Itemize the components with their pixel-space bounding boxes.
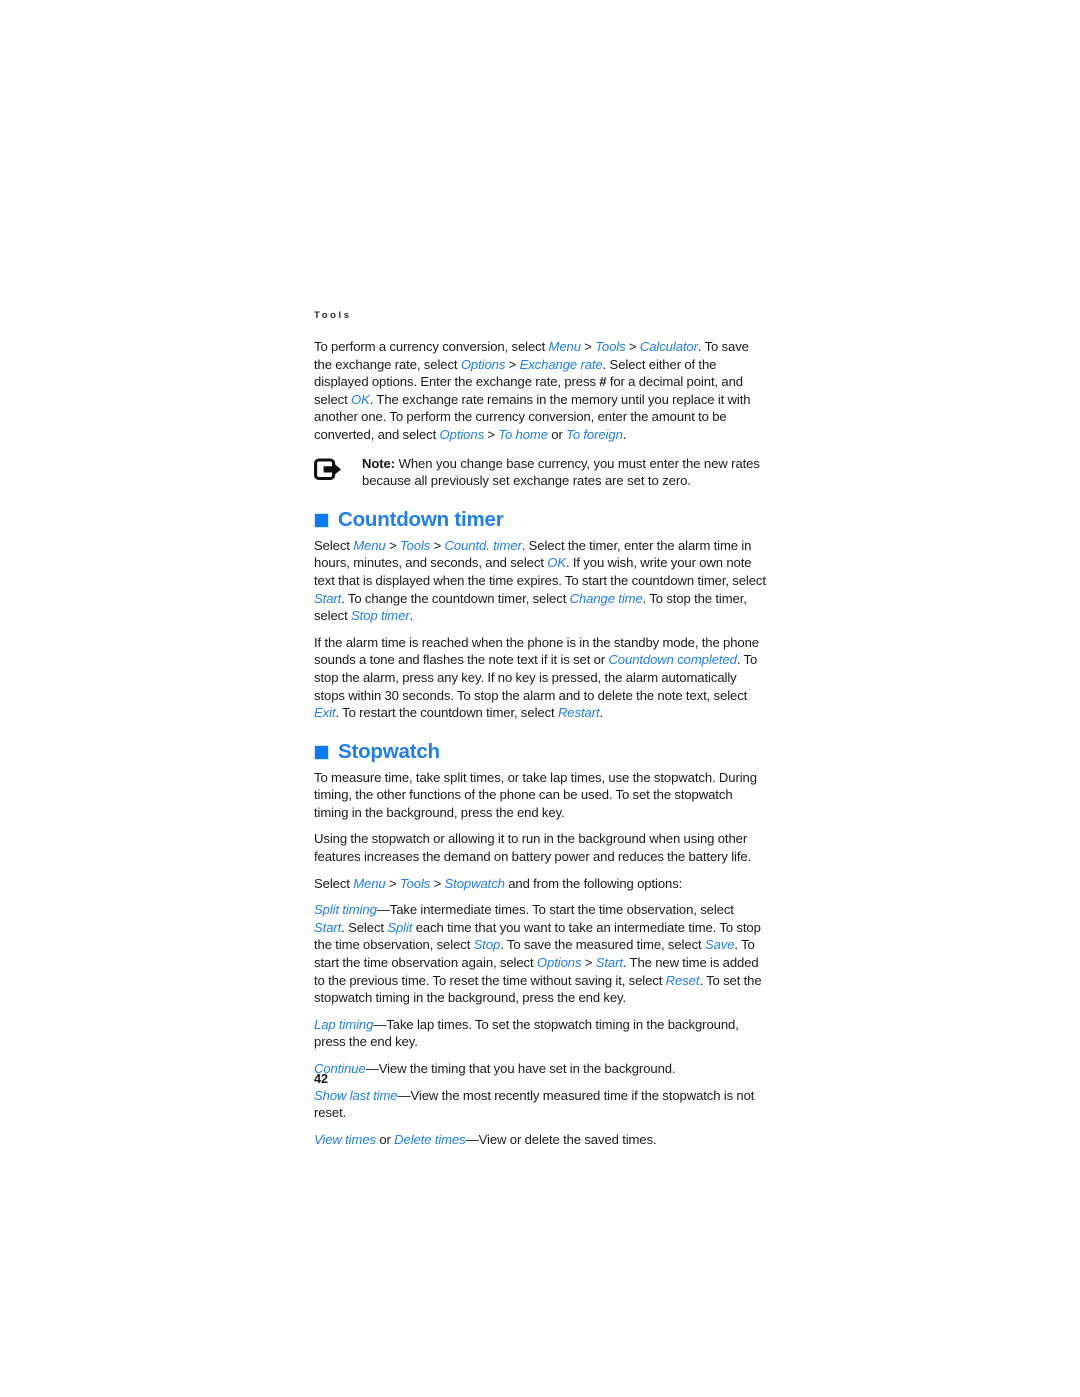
text-run: . To restart the countdown timer, select: [335, 705, 558, 721]
option-view-delete-times: View times or Delete times—View or delet…: [314, 1131, 766, 1149]
ui-term-stop-timer: Stop timer: [351, 608, 410, 624]
ui-term-delete-times: Delete times: [394, 1131, 466, 1147]
ui-term-save: Save: [704, 937, 735, 953]
ui-term-to-home: To home: [498, 426, 548, 442]
note-block: Note: When you change base currency, you…: [314, 455, 766, 490]
ui-term-options-2: Options: [439, 426, 485, 442]
separator: >: [625, 339, 640, 354]
text-run: or: [375, 1131, 395, 1147]
ui-term-tools: Tools: [399, 875, 431, 891]
text-run: . Select: [341, 919, 388, 935]
text-run: Select: [314, 537, 354, 553]
text-run: . To change the countdown timer, select: [341, 590, 570, 606]
heading-stopwatch: Stopwatch: [314, 740, 766, 764]
text-run: . To save the measured time, select: [500, 937, 705, 953]
ui-term-ok: OK: [351, 391, 370, 407]
ui-term-options: Options: [460, 356, 506, 372]
option-lap-timing: Lap timing—Take lap times. To set the st…: [314, 1016, 766, 1051]
note-arrow-icon: [314, 458, 344, 484]
ui-term-to-foreign: To foreign: [566, 426, 623, 442]
ui-term-menu: Menu: [548, 339, 581, 354]
paragraph-stopwatch-battery: Using the stopwatch or allowing it to ru…: [314, 831, 752, 865]
ui-term-stop: Stop: [473, 937, 501, 953]
text-run: When you change base currency, you must …: [362, 455, 760, 489]
text-run: To perform a currency conversion, select: [314, 339, 549, 354]
ui-term-menu: Menu: [353, 875, 386, 891]
text-run: .: [599, 705, 604, 721]
text-run: .: [409, 608, 414, 624]
ui-term-stopwatch: Stopwatch: [444, 875, 505, 891]
paragraph-currency-conversion: To perform a currency conversion, select…: [314, 338, 766, 444]
text-run: .: [622, 426, 627, 442]
text-run: Select: [314, 875, 354, 891]
square-bullet-icon: [314, 513, 329, 529]
ui-term-start: Start: [314, 590, 342, 606]
ui-term-tools: Tools: [595, 339, 626, 354]
ui-term-exchange-rate: Exchange rate: [519, 356, 603, 372]
ui-term-menu: Menu: [353, 537, 386, 553]
page-content: To perform a currency conversion, select…: [314, 338, 766, 1148]
heading-countdown-timer: Countdown timer: [314, 508, 766, 532]
page-number: 42: [314, 1072, 329, 1086]
ui-term-split: Split: [387, 919, 413, 935]
ui-term-split-timing: Split timing: [314, 902, 377, 918]
paragraph-countdown-setup: Select Menu > Tools > Countd. timer. Sel…: [314, 537, 766, 625]
text-run: —View or delete the saved times.: [465, 1131, 657, 1147]
separator: >: [430, 875, 445, 891]
ui-term-countdown-completed: Countdown completed: [608, 652, 737, 668]
ui-term-countd-timer: Countd. timer: [444, 537, 522, 553]
heading-label: Countdown timer: [338, 507, 504, 531]
ui-term-start-2: Start: [595, 955, 623, 971]
text-run: or: [547, 426, 567, 442]
option-continue: Continue—View the timing that you have s…: [314, 1060, 766, 1078]
ui-term-calculator: Calculator: [639, 339, 698, 354]
option-show-last-time: Show last time—View the most recently me…: [314, 1087, 766, 1122]
ui-term-lap-timing: Lap timing: [314, 1016, 374, 1032]
ui-term-exit: Exit: [314, 705, 336, 721]
ui-term-tools: Tools: [399, 537, 431, 553]
separator: >: [580, 339, 596, 354]
separator: >: [484, 426, 499, 442]
ui-term-view-times: View times: [314, 1131, 376, 1147]
heading-label: Stopwatch: [338, 739, 440, 763]
ui-term-ok: OK: [547, 555, 566, 571]
separator: >: [385, 537, 400, 553]
text-run: —Take lap times. To set the stopwatch ti…: [314, 1016, 739, 1050]
option-split-timing: Split timing—Take intermediate times. To…: [314, 901, 766, 1007]
ui-term-reset: Reset: [665, 972, 700, 988]
separator: >: [385, 875, 400, 891]
separator: >: [430, 537, 445, 553]
note-label: Note:: [362, 455, 396, 471]
separator: >: [505, 356, 520, 372]
note-text: Note: When you change base currency, you…: [362, 455, 766, 490]
ui-term-restart: Restart: [557, 705, 600, 721]
separator: >: [581, 955, 596, 971]
ui-term-options: Options: [536, 955, 582, 971]
text-run: —Take intermediate times. To start the t…: [376, 902, 734, 918]
text-run: —View the timing that you have set in th…: [365, 1061, 676, 1076]
paragraph-countdown-alarm: If the alarm time is reached when the ph…: [314, 634, 766, 722]
ui-term-show-last-time: Show last time: [314, 1087, 398, 1103]
ui-term-change-time: Change time: [569, 590, 643, 606]
paragraph-stopwatch-intro: To measure time, take split times, or ta…: [314, 769, 757, 820]
square-bullet-icon: [314, 745, 329, 761]
running-head: Tools: [314, 310, 352, 321]
text-run: and from the following options:: [504, 875, 683, 891]
paragraph-stopwatch-path: Select Menu > Tools > Stopwatch and from…: [314, 875, 766, 893]
ui-term-start: Start: [314, 919, 342, 935]
